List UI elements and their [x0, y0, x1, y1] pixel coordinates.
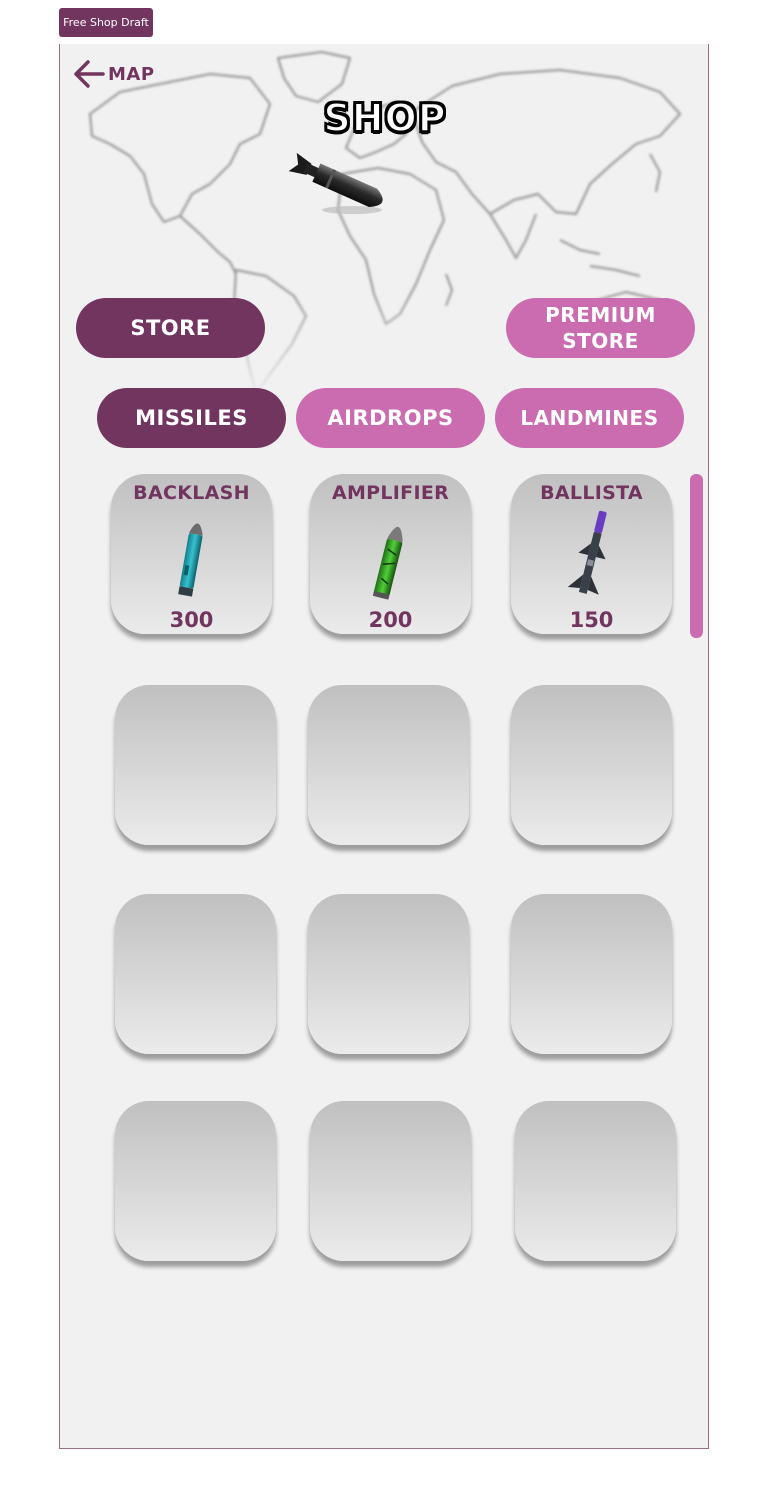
finned-missile-icon	[567, 510, 607, 595]
empty-slot	[511, 685, 672, 845]
empty-slot	[511, 894, 672, 1054]
back-arrow-icon	[74, 60, 105, 88]
shop-item-ballista[interactable]: BALLISTA 150	[511, 474, 672, 634]
item-name: BACKLASH	[133, 482, 250, 504]
tab-missiles[interactable]: MISSILES	[97, 388, 286, 448]
bomb-icon	[288, 152, 383, 214]
item-name: BALLISTA	[540, 482, 643, 504]
scrollbar-thumb[interactable]	[690, 474, 703, 638]
empty-slot	[310, 1101, 471, 1261]
shop-item-backlash[interactable]: BACKLASH 300	[111, 474, 272, 634]
item-name: AMPLIFIER	[331, 482, 450, 504]
empty-slot	[308, 685, 469, 845]
tab-landmines[interactable]: LANDMINES	[495, 388, 684, 448]
empty-slot	[515, 1101, 676, 1261]
shop-item-amplifier[interactable]: AMPLIFIER 200	[310, 474, 471, 634]
back-to-map-button[interactable]: MAP	[72, 58, 155, 90]
green-missile-icon	[372, 526, 403, 600]
back-label: MAP	[108, 63, 155, 85]
empty-slot	[115, 685, 276, 845]
item-price: 300	[169, 608, 214, 632]
tab-airdrops[interactable]: AIRDROPS	[296, 388, 485, 448]
page-title: SHOP	[322, 95, 447, 141]
item-price: 150	[569, 608, 614, 632]
premium-store-label: PREMIUM STORE	[545, 303, 656, 353]
empty-slot	[115, 894, 276, 1054]
premium-store-button[interactable]: PREMIUM STORE	[506, 298, 695, 358]
empty-slot	[115, 1101, 276, 1261]
store-button[interactable]: STORE	[76, 298, 265, 358]
teal-missile-icon	[177, 523, 203, 597]
draft-tag: Free Shop Draft	[59, 8, 153, 37]
shop-screen: MAP SHOP STORE PREMIUM STORE MISSILES AIR…	[59, 44, 709, 1449]
item-price: 200	[368, 608, 413, 632]
empty-slot	[308, 894, 469, 1054]
